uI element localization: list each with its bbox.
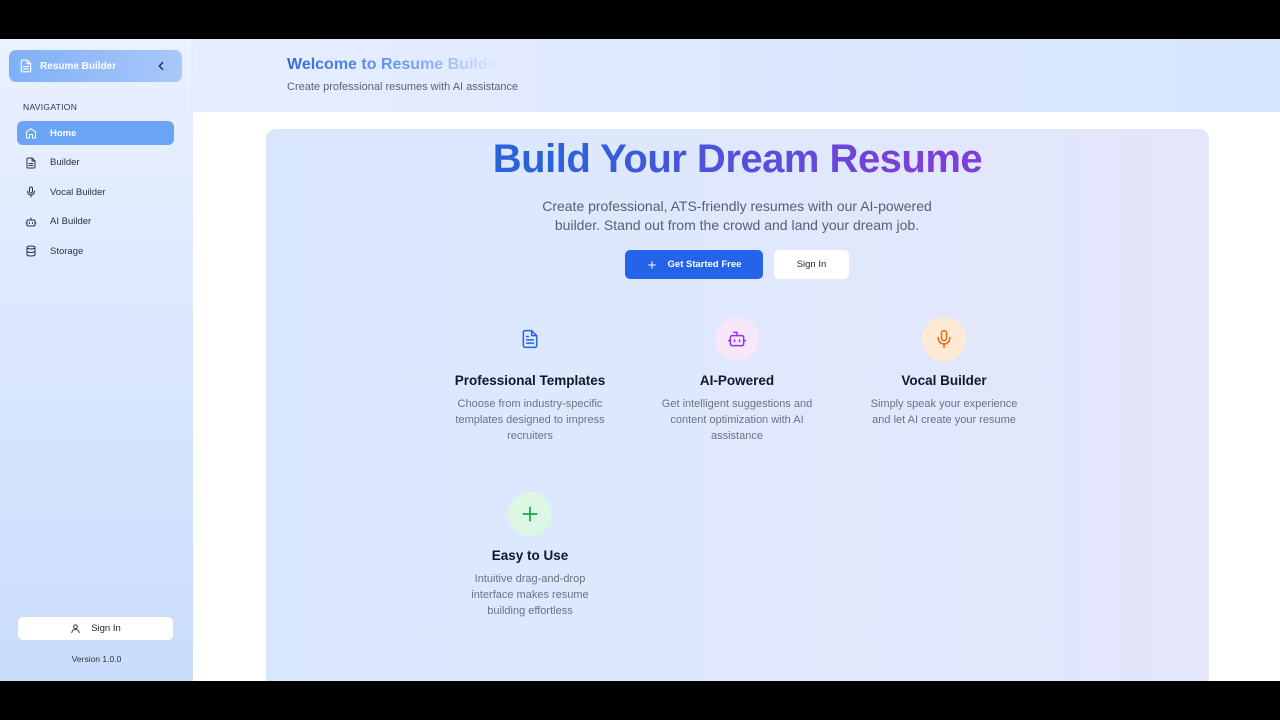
page-title: Welcome to Resume Builder xyxy=(287,56,503,73)
version-text: Version 1.0.0 xyxy=(71,654,122,664)
bot-icon xyxy=(25,216,37,228)
feature-icon-circle xyxy=(508,492,552,536)
home-icon xyxy=(25,127,37,139)
plus-icon xyxy=(647,260,657,270)
feature-icon-circle xyxy=(922,317,966,361)
sidebar-nav: Home Builder Vocal Builder AI Builder St… xyxy=(17,121,174,269)
sidebar-item-ai-builder[interactable]: AI Builder xyxy=(17,210,174,234)
sidebar-item-label: Builder xyxy=(50,157,80,169)
feature-icon-circle xyxy=(508,317,552,361)
user-icon xyxy=(70,623,81,634)
nav-heading: NAVIGATION xyxy=(23,102,78,112)
feature-title: Professional Templates xyxy=(454,373,606,388)
feature-vocal-builder: Vocal Builder Simply speak your experien… xyxy=(849,317,1039,428)
sidebar-item-storage[interactable]: Storage xyxy=(17,239,174,263)
sidebar-item-label: Storage xyxy=(50,245,84,257)
sidebar-item-label: AI Builder xyxy=(50,216,92,228)
sign-in-label: Sign In xyxy=(91,623,121,634)
sidebar-item-vocal-builder[interactable]: Vocal Builder xyxy=(17,180,174,204)
brand-header[interactable]: Resume Builder xyxy=(9,50,182,82)
sidebar-item-label: Vocal Builder xyxy=(50,186,106,198)
feature-description: Simply speak your experience and let AI … xyxy=(870,398,1018,426)
mic-icon xyxy=(934,329,954,349)
hero-card: Build Your Dream Resume Create professio… xyxy=(266,129,1209,681)
brand-title: Resume Builder xyxy=(40,60,117,72)
hero-title: Build Your Dream Resume xyxy=(266,137,1209,182)
sign-in-label: Sign In xyxy=(796,259,827,270)
chevron-left-icon[interactable] xyxy=(154,59,168,73)
get-started-button[interactable]: Get Started Free xyxy=(625,250,763,279)
feature-title: Easy to Use xyxy=(491,548,569,563)
sidebar-item-home[interactable]: Home xyxy=(17,121,174,145)
feature-easy-to-use: Easy to Use Intuitive drag-and-drop inte… xyxy=(435,492,625,619)
feature-title: Vocal Builder xyxy=(901,373,987,388)
feature-icon-circle xyxy=(715,317,759,361)
feature-description: Choose from industry-specific templates … xyxy=(455,398,605,442)
bot-icon xyxy=(727,329,747,349)
page-subtitle: Create professional resumes with AI assi… xyxy=(287,81,519,93)
sidebar-item-label: Home xyxy=(50,127,77,139)
feature-ai-powered: AI-Powered Get intelligent suggestions a… xyxy=(642,317,832,444)
sign-in-button[interactable]: Sign In xyxy=(774,250,849,279)
page-header: Welcome to Resume Builder Create profess… xyxy=(193,39,1280,112)
file-text-icon xyxy=(520,329,540,349)
file-text-icon xyxy=(25,157,37,169)
hero-description: Create professional, ATS-friendly resume… xyxy=(542,198,932,233)
sidebar-sign-in-button[interactable]: Sign In xyxy=(18,617,173,640)
database-icon xyxy=(25,245,37,257)
file-text-icon xyxy=(19,59,33,73)
feature-title: AI-Powered xyxy=(699,373,775,388)
plus-icon xyxy=(520,504,540,524)
sidebar: Resume Builder NAVIGATION Home Builder V… xyxy=(0,39,193,681)
sidebar-item-builder[interactable]: Builder xyxy=(17,151,174,175)
mic-icon xyxy=(25,186,37,198)
feature-description: Intuitive drag-and-drop interface makes … xyxy=(471,573,589,617)
main-content: Build Your Dream Resume Create professio… xyxy=(193,112,1280,681)
get-started-label: Get Started Free xyxy=(667,259,742,270)
feature-professional-templates: Professional Templates Choose from indus… xyxy=(435,317,625,444)
app-window: Resume Builder NAVIGATION Home Builder V… xyxy=(0,39,1280,681)
feature-description: Get intelligent suggestions and content … xyxy=(661,398,813,442)
